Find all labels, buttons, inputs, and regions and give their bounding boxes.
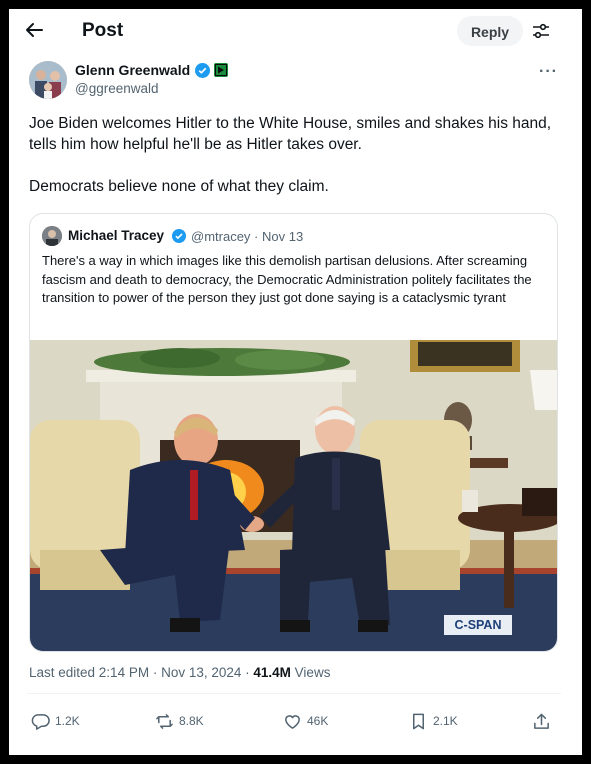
- author-handle[interactable]: @ggreenwald: [75, 81, 159, 96]
- reply-icon: [31, 713, 50, 730]
- quote-author-name: Michael Tracey: [68, 228, 165, 243]
- like-action[interactable]: 46K: [283, 710, 328, 732]
- bookmark-count: 2.1K: [433, 714, 458, 728]
- author-name[interactable]: Glenn Greenwald: [75, 62, 190, 78]
- page-title: Post: [82, 20, 124, 41]
- avatar[interactable]: [29, 61, 67, 99]
- divider: [27, 693, 561, 694]
- reply-count: 1.2K: [55, 714, 80, 728]
- share-icon: [534, 713, 549, 729]
- verified-icon: [172, 229, 186, 243]
- tweet-text-paragraph: Joe Biden welcomes Hitler to the White H…: [29, 115, 552, 153]
- bookmark-action[interactable]: 2.1K: [409, 710, 458, 732]
- edited-timestamp[interactable]: Last edited 2:14 PM · Nov 13, 2024 ·: [29, 665, 253, 680]
- tune-icon[interactable]: [531, 21, 551, 41]
- quote-handle-date: @mtracey · Nov 13: [191, 229, 304, 244]
- quote-avatar: [42, 226, 62, 246]
- bookmark-icon: [412, 713, 425, 729]
- tweet-text: Joe Biden welcomes Hitler to the White H…: [29, 113, 559, 197]
- quote-text: There's a way in which images like this …: [42, 253, 532, 305]
- quote-image[interactable]: [30, 340, 557, 651]
- reply-button[interactable]: Reply: [457, 16, 523, 46]
- post-header: Post Reply: [9, 9, 579, 55]
- like-count: 46K: [307, 714, 329, 728]
- views-label: Views: [290, 665, 331, 680]
- reply-action[interactable]: 1.2K: [31, 710, 80, 732]
- repost-count: 8.8K: [179, 714, 204, 728]
- cspan-watermark: C-SPAN: [444, 615, 512, 635]
- tweet-text-paragraph: Democrats believe none of what they clai…: [29, 178, 329, 195]
- like-icon: [285, 714, 300, 729]
- views-count: 41.4M: [253, 665, 291, 680]
- subscriber-badge-icon: [214, 63, 228, 77]
- post-meta: Last edited 2:14 PM · Nov 13, 2024 · 41.…: [29, 665, 330, 680]
- repost-action[interactable]: 8.8K: [155, 710, 204, 732]
- back-arrow-icon[interactable]: [23, 19, 45, 41]
- post-view: Post Reply Glenn Greenwald @ggreenwald ·…: [9, 9, 579, 755]
- quote-tweet-card[interactable]: Michael Tracey @mtracey · Nov 13 There's…: [29, 213, 558, 652]
- repost-icon: [156, 713, 173, 729]
- verified-icon: [195, 63, 210, 78]
- share-action[interactable]: [532, 710, 551, 732]
- more-icon[interactable]: ···: [539, 63, 558, 81]
